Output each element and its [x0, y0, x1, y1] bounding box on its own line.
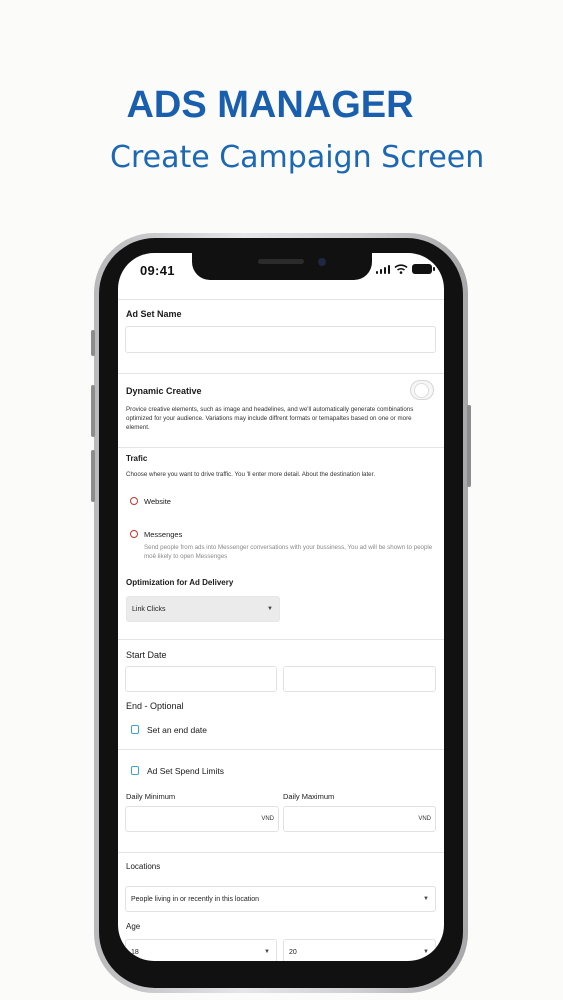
front-camera [318, 258, 326, 266]
radio-messenges-label: Messenges [144, 530, 183, 539]
status-icons [375, 264, 435, 274]
optimization-selected: Link Clicks [132, 605, 166, 613]
phone-volume-up [91, 385, 95, 437]
age-min-select[interactable]: 18 ▼ [125, 939, 277, 961]
phone-mute-switch [91, 330, 95, 356]
start-time-input[interactable] [283, 666, 436, 692]
phone-screen: 09:41 Ad Set Name Dynamic Creative Provi… [118, 253, 444, 961]
phone-power-button [467, 405, 471, 487]
optimization-label: Optimization for Ad Delivery [126, 578, 234, 587]
cellular-signal-icon [375, 264, 390, 274]
daily-maximum-currency: VND [418, 816, 431, 822]
start-date-input[interactable] [125, 666, 277, 692]
optimization-select[interactable]: Link Clicks ▼ [126, 596, 280, 622]
radio-messenges-description: Send people from ads into Messenger conv… [144, 544, 433, 560]
battery-icon [412, 264, 435, 274]
daily-minimum-currency: VND [261, 816, 274, 822]
chevron-down-icon: ▼ [264, 949, 270, 955]
dynamic-creative-description: Provice creative elements, such as image… [126, 406, 414, 431]
daily-minimum-label: Daily Minimum [126, 792, 176, 801]
end-date-checkbox-label: Set an end date [147, 725, 208, 735]
age-max-value: 20 [289, 948, 297, 956]
chevron-down-icon: ▼ [423, 949, 429, 955]
daily-maximum-label: Daily Maximum [283, 792, 335, 801]
end-date-label: End - Optional [126, 701, 184, 711]
age-label: Age [126, 922, 141, 931]
chevron-down-icon: ▼ [267, 606, 273, 612]
chevron-down-icon: ▼ [423, 896, 429, 902]
end-date-checkbox[interactable] [131, 725, 139, 734]
traffic-label: Trafic [126, 454, 148, 463]
locations-label: Locations [126, 862, 161, 871]
promo-subtitle: Create Campaign Screen [110, 140, 485, 175]
daily-minimum-input[interactable]: VND [125, 806, 279, 832]
phone-volume-down [91, 450, 95, 502]
ad-set-name-label: Ad Set Name [126, 309, 182, 319]
spend-limits-checkbox-label: Ad Set Spend Limits [147, 766, 225, 776]
notch [192, 253, 372, 280]
wifi-icon [394, 264, 408, 274]
radio-website[interactable] [130, 497, 138, 505]
dynamic-creative-toggle[interactable] [410, 380, 434, 400]
speaker [258, 259, 304, 264]
spend-limits-checkbox[interactable] [131, 766, 139, 775]
radio-website-label: Website [144, 497, 171, 506]
dynamic-creative-label: Dynamic Creative [126, 386, 202, 396]
locations-select[interactable]: People living in or recently in this loc… [125, 886, 436, 912]
ad-set-name-input[interactable] [125, 326, 436, 353]
start-date-label: Start Date [126, 650, 167, 660]
locations-selected: People living in or recently in this loc… [131, 895, 260, 903]
age-max-select[interactable]: 20 ▼ [283, 939, 436, 961]
daily-maximum-input[interactable]: VND [283, 806, 436, 832]
status-time: 09:41 [140, 263, 175, 278]
age-min-value: 18 [131, 948, 139, 956]
radio-messenges[interactable] [130, 530, 138, 538]
traffic-description: Choose where you want to drive traffic. … [126, 471, 376, 478]
promo-title: ADS MANAGER [126, 84, 414, 126]
